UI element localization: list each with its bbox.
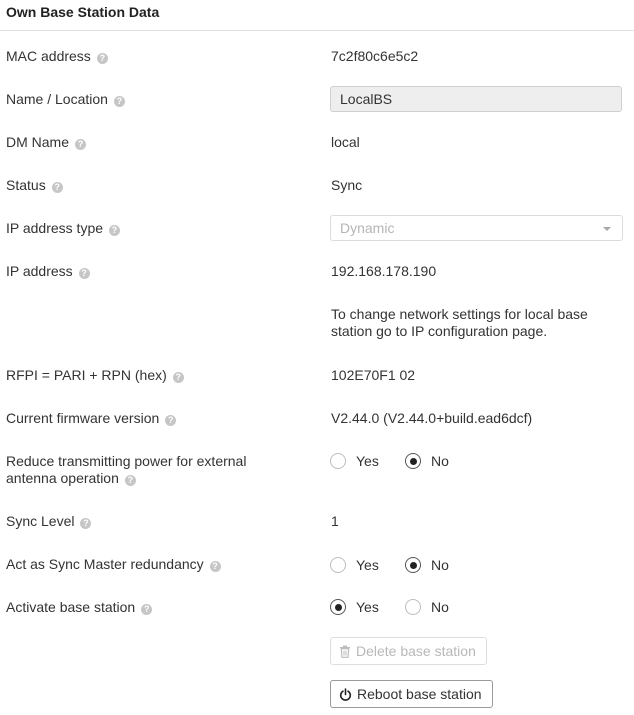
firmware-label: Current firmware version? [6, 410, 306, 427]
firmware-value: V2.44.0 (V2.44.0+build.ead6dcf) [331, 410, 533, 426]
reduce-power-label-line1: Reduce transmitting power for external [6, 453, 247, 469]
question-circle-icon[interactable]: ? [124, 475, 136, 486]
question-circle-icon[interactable]: ? [172, 372, 184, 383]
dm-name-label: DM Name? [6, 134, 306, 151]
ip-address-type-selected: Dynamic [340, 220, 395, 236]
base-station-page: Own Base Station Data MAC address? 7c2f8… [0, 0, 634, 715]
ip-address-label: IP address? [6, 263, 306, 280]
trash-icon [340, 645, 350, 658]
section-divider [0, 30, 634, 31]
question-circle-icon[interactable]: ? [141, 604, 153, 615]
section-title: Own Base Station Data [6, 4, 160, 20]
ip-address-type-select[interactable]: Dynamic [330, 215, 623, 241]
sync-master-yes-label: Yes [356, 557, 379, 573]
activate-no-label: No [431, 599, 449, 615]
dm-name-label-text: DM Name [6, 134, 70, 150]
question-circle-icon[interactable]: ? [78, 268, 90, 279]
reduce-power-label: Reduce transmitting power for external a… [6, 453, 306, 487]
firmware-label-text: Current firmware version [6, 410, 160, 426]
name-location-input[interactable]: LocalBS [330, 86, 622, 112]
question-circle-icon[interactable]: ? [109, 225, 121, 236]
mac-address-label: MAC address? [6, 48, 306, 65]
ip-config-note: To change network settings for local bas… [331, 306, 588, 340]
status-label: Status? [6, 177, 306, 194]
name-location-label: Name / Location? [6, 91, 306, 108]
mac-address-value: 7c2f80c6e5c2 [331, 48, 419, 64]
sync-master-label: Act as Sync Master redundancy? [6, 556, 306, 573]
question-circle-icon[interactable]: ? [209, 561, 221, 572]
ip-address-label-text: IP address [6, 263, 73, 279]
radio-circle-checked[interactable] [405, 557, 421, 573]
ip-config-note-line1: To change network settings for local bas… [331, 306, 588, 322]
mac-address-label-text: MAC address [6, 48, 91, 64]
ip-address-type-label: IP address type? [6, 220, 306, 237]
radio-circle[interactable] [330, 557, 346, 573]
question-circle-icon[interactable]: ? [165, 415, 177, 426]
reduce-power-no-label: No [431, 453, 449, 469]
activate-label-text: Activate base station [6, 599, 136, 615]
question-circle-icon[interactable]: ? [75, 139, 87, 150]
question-circle-icon[interactable]: ? [51, 182, 63, 193]
rfpi-label: RFPI = PARI + RPN (hex)? [6, 367, 306, 384]
radio-circle[interactable] [405, 599, 421, 615]
delete-base-station-label: Delete base station [356, 643, 476, 659]
rfpi-label-text: RFPI = PARI + RPN (hex) [6, 367, 167, 383]
question-circle-icon[interactable]: ? [80, 518, 92, 529]
name-location-label-text: Name / Location [6, 91, 108, 107]
radio-circle-checked[interactable] [330, 599, 346, 615]
ip-address-value: 192.168.178.190 [331, 263, 437, 279]
status-value: Sync [331, 177, 363, 193]
sync-level-label: Sync Level? [6, 513, 306, 530]
sync-level-label-text: Sync Level [6, 513, 75, 529]
chevron-down-icon [603, 227, 611, 231]
radio-circle-checked[interactable] [405, 453, 421, 469]
ip-config-note-line2: station go to IP configuration page. [331, 323, 548, 339]
sync-level-value: 1 [331, 513, 339, 529]
radio-circle[interactable] [330, 453, 346, 469]
rfpi-value: 102E70F1 02 [331, 367, 416, 383]
reboot-base-station-button[interactable]: Reboot base station [330, 680, 493, 708]
reduce-power-yes-label: Yes [356, 453, 379, 469]
delete-base-station-button[interactable]: Delete base station [330, 637, 487, 665]
sync-master-label-text: Act as Sync Master redundancy [6, 556, 204, 572]
question-circle-icon[interactable]: ? [113, 96, 125, 107]
ip-address-type-label-text: IP address type [6, 220, 104, 236]
power-icon [339, 688, 352, 701]
status-label-text: Status [6, 177, 46, 193]
dm-name-value: local [331, 134, 360, 150]
activate-label: Activate base station? [6, 599, 306, 616]
reboot-base-station-label: Reboot base station [357, 686, 482, 702]
reduce-power-label-line2: antenna operation [6, 470, 119, 486]
activate-yes-label: Yes [356, 599, 379, 615]
question-circle-icon[interactable]: ? [96, 53, 108, 64]
sync-master-no-label: No [431, 557, 449, 573]
